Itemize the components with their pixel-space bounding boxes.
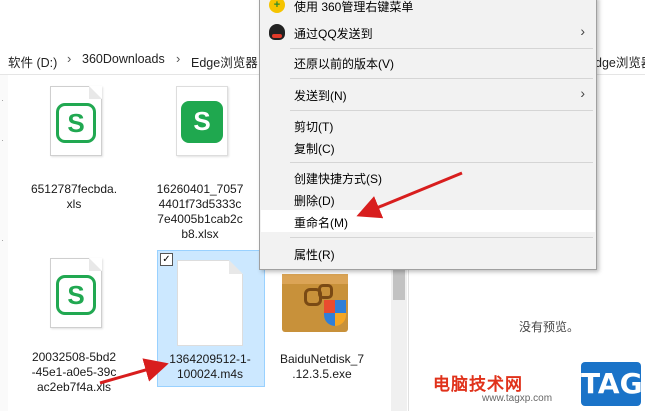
watermark-site-name: 电脑技术网 [433, 375, 523, 394]
watermark-url: www.tagxp.com [482, 393, 553, 404]
annotation-arrow-rename [356, 171, 463, 219]
annotation-arrow-file [99, 358, 169, 385]
annotation-arrows [99, 171, 463, 385]
watermark-tag-logo: TAG [581, 362, 643, 406]
